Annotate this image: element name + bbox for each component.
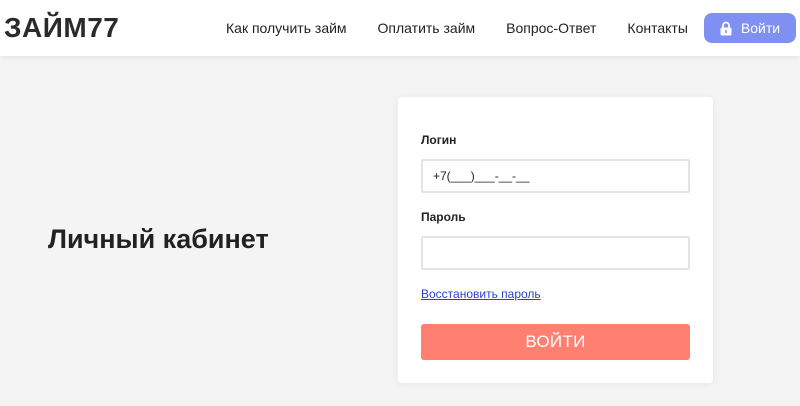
logo[interactable]: ЗАЙМ77: [4, 12, 119, 44]
nav-contacts[interactable]: Контакты: [627, 20, 687, 36]
password-input[interactable]: [421, 236, 690, 270]
header-login-button[interactable]: Войти: [704, 13, 796, 43]
nav-how-to-get-loan[interactable]: Как получить займ: [226, 20, 347, 36]
nav-faq[interactable]: Вопрос-Ответ: [506, 20, 596, 36]
lock-icon: [720, 21, 732, 36]
header-login-label: Войти: [740, 20, 781, 36]
login-phone-input[interactable]: [421, 159, 690, 193]
password-label: Пароль: [421, 210, 466, 224]
nav-pay-loan[interactable]: Оплатить займ: [378, 20, 476, 36]
page-title: Личный кабинет: [48, 224, 269, 254]
login-card: Логин Пароль Восстановить пароль ВОЙТИ: [398, 97, 713, 383]
main-nav: Как получить займ Оплатить займ Вопрос-О…: [226, 0, 719, 56]
login-label: Логин: [421, 133, 457, 147]
submit-login-button[interactable]: ВОЙТИ: [421, 324, 690, 360]
restore-password-link[interactable]: Восстановить пароль: [421, 287, 541, 301]
site-header: ЗАЙМ77 Как получить займ Оплатить займ В…: [0, 0, 800, 56]
